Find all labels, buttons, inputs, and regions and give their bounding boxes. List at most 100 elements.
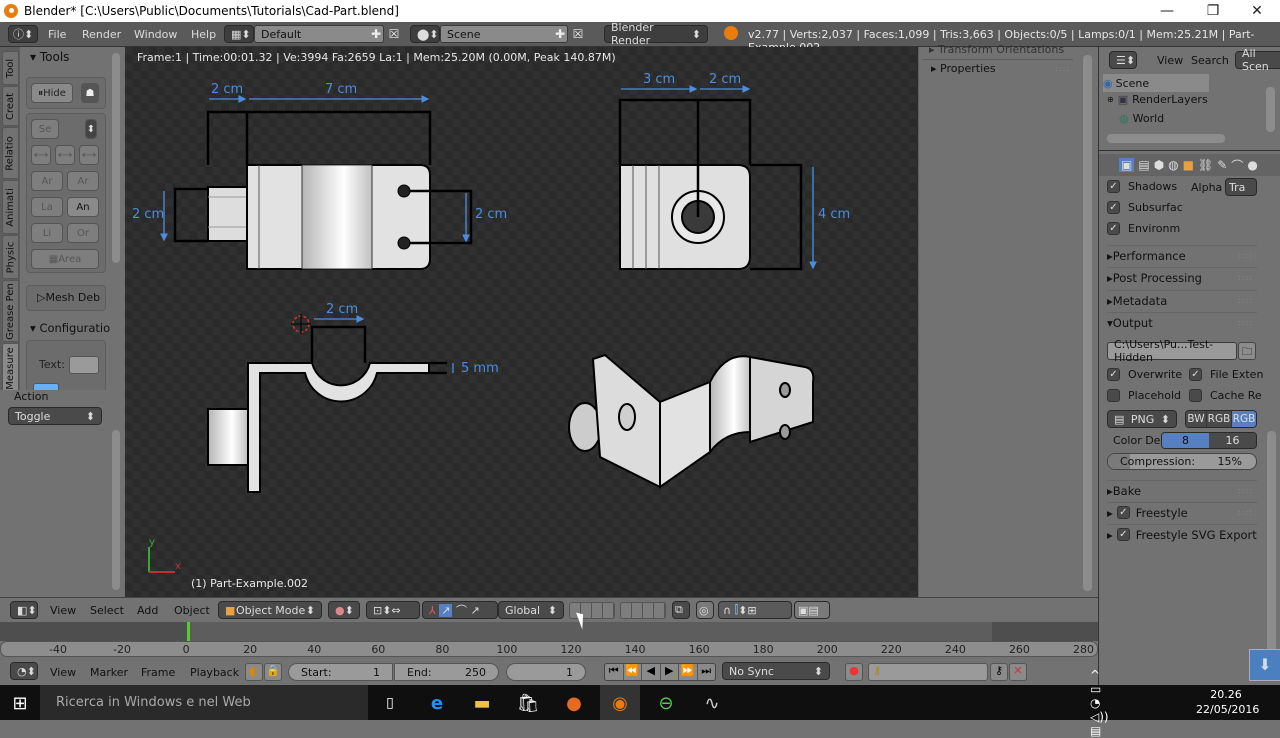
outliner-search-menu[interactable]: Search xyxy=(1191,54,1229,67)
sync-mode-dropdown[interactable]: No Sync ⬍ xyxy=(722,662,830,680)
world-tab-icon[interactable]: ◍ xyxy=(1168,158,1178,172)
menu-view[interactable]: View xyxy=(50,604,76,617)
transform-orientations-panel[interactable]: ▸ Transform Orientations xyxy=(929,43,1064,56)
taskbar-search[interactable]: Ricerca in Windows e nel Web xyxy=(40,685,368,720)
editor-type-info-button[interactable]: ⓘ ⬍ xyxy=(8,25,38,43)
3d-view-editor-type[interactable]: ◧⬍ xyxy=(10,601,38,619)
ghost-toggle-button[interactable]: ☗ xyxy=(81,83,99,103)
end-frame-field[interactable]: End: 250 xyxy=(394,663,499,681)
render-buttons[interactable]: ▣ ▤ xyxy=(794,601,830,619)
render-tab-icon[interactable]: ▣ xyxy=(1119,158,1135,172)
mode-dropdown[interactable]: ■ Object Mode ⬍ xyxy=(218,601,322,619)
section-metadata[interactable]: ▸ Metadata:::: xyxy=(1107,290,1257,310)
configuration-panel-header[interactable]: ▾ Configuratio xyxy=(30,321,110,335)
system-tray-icons[interactable]: ^ ▭ ◔ ◁)) ▤ xyxy=(1090,668,1114,738)
origin-button[interactable]: Or xyxy=(67,223,99,243)
timeline-menu-playback[interactable]: Playback xyxy=(190,666,239,679)
app-wave-icon[interactable]: ∿ xyxy=(700,691,724,715)
material-tab-icon[interactable]: ● xyxy=(1247,158,1257,172)
menu-add[interactable]: Add xyxy=(137,604,158,617)
render-engine-dropdown[interactable]: Blender Render ⬍ xyxy=(604,21,708,47)
menu-object[interactable]: Object xyxy=(174,604,210,617)
outliner-view-menu[interactable]: View xyxy=(1157,54,1183,67)
layer-buttons-2[interactable] xyxy=(620,602,666,619)
section-output[interactable]: ▾ Output:::: xyxy=(1107,312,1257,332)
3d-cursor-icon[interactable] xyxy=(291,314,311,334)
close-button[interactable]: ✕ xyxy=(1234,0,1280,22)
output-path-field[interactable]: C:\Users\Pu...Test-Hidden xyxy=(1107,338,1237,364)
record-icon[interactable]: ● xyxy=(845,663,863,681)
delete-keyframe-icon[interactable]: ✕ xyxy=(1009,663,1027,681)
environment-checkbox[interactable]: ✓ Environm xyxy=(1107,222,1180,235)
label-button[interactable]: La xyxy=(31,197,63,217)
timeline-ruler[interactable]: -40 -20 0 20 40 60 80 100 120 140 160 180 200 220 240 2… xyxy=(0,641,1098,657)
drag-handle-icon[interactable]: :::: xyxy=(1055,64,1070,73)
color-mode-rgb[interactable]: RGB xyxy=(1206,411,1231,427)
add-scene-icon[interactable]: ✚ xyxy=(551,25,569,43)
jump-end-icon[interactable]: ⏭ xyxy=(696,664,715,680)
proportional-edit-icon[interactable]: ◎ xyxy=(696,601,714,619)
outliner-filter-dropdown[interactable]: All Scen xyxy=(1235,47,1280,73)
outliner-item-renderlayers[interactable]: ⊕ ▣ RenderLayers xyxy=(1107,93,1208,106)
compression-slider[interactable]: Compression: 15% xyxy=(1107,453,1257,470)
pivot-dropdown[interactable]: ⊡⬍⇔ xyxy=(366,601,420,619)
text-color-field[interactable] xyxy=(69,356,99,374)
cache-result-checkbox[interactable]: Cache Re xyxy=(1189,389,1262,402)
properties-panel-header[interactable]: ▸ Properties xyxy=(931,62,996,75)
color-mode-rgba[interactable]: RGB xyxy=(1231,411,1256,427)
outliner-vscrollbar[interactable] xyxy=(1266,87,1275,132)
section-freestyle[interactable]: ▸ ✓ Freestyle:::: xyxy=(1107,502,1257,522)
arc-button[interactable]: Ar xyxy=(67,171,99,191)
remove-screen-icon[interactable]: ☒ xyxy=(385,25,403,43)
clock[interactable]: 20.26 22/05/2016 xyxy=(1196,687,1259,717)
alpha-dropdown[interactable]: Tra xyxy=(1225,178,1257,196)
top-view-part[interactable] xyxy=(207,362,430,493)
subsurface-checkbox[interactable]: ✓ Subsurfac xyxy=(1107,201,1183,214)
jump-start-icon[interactable]: ⏮ xyxy=(605,664,623,680)
menu-window[interactable]: Window xyxy=(124,28,187,41)
color-mode-bw[interactable]: BW xyxy=(1186,411,1206,427)
segment-dropdown[interactable]: ⬍ xyxy=(85,119,97,139)
folder-icon[interactable]: 🗀 xyxy=(1238,342,1256,360)
timeline-menu-frame[interactable]: Frame xyxy=(141,666,175,679)
outliner-item-scene[interactable]: ◉ Scene xyxy=(1103,74,1209,92)
tab-animation[interactable]: Animati xyxy=(2,180,19,234)
angle-button[interactable]: Ar xyxy=(31,171,63,191)
layer-buttons-1[interactable] xyxy=(569,602,615,619)
transform-orientation-dropdown[interactable]: Global ⬍ xyxy=(498,601,564,619)
task-view-icon[interactable]: ▯ xyxy=(378,691,402,715)
outliner-item-world[interactable]: ◍ World xyxy=(1119,112,1164,125)
tab-measure[interactable]: Measure xyxy=(2,343,19,393)
scene-field[interactable]: Scene xyxy=(440,25,568,43)
timeline-menu-marker[interactable]: Marker xyxy=(90,666,128,679)
hide-button[interactable]: ⏸ Hide xyxy=(31,83,73,103)
3d-viewport[interactable]: Frame:1 | Time:00:01.32 | Ve:3994 Fa:265… xyxy=(125,47,918,597)
section-post-processing[interactable]: ▸ Post Processing:::: xyxy=(1107,267,1257,287)
link-button[interactable]: Li xyxy=(31,223,63,243)
edge-browser-icon[interactable]: e xyxy=(425,691,449,715)
timeline-area[interactable] xyxy=(0,622,1098,641)
download-arrow-icon[interactable]: ⬇ xyxy=(1249,649,1280,681)
properties-scrollbar[interactable] xyxy=(1267,431,1276,681)
tools-panel-header[interactable]: ▾ Tools xyxy=(30,50,69,64)
data-tab-icon[interactable]: ⌒ xyxy=(1231,157,1243,174)
color-depth-16[interactable]: 16 xyxy=(1209,433,1256,448)
play-icon[interactable]: ▶ xyxy=(659,664,678,680)
windows-start-icon[interactable]: ⊞ xyxy=(8,691,32,715)
insert-keyframe-icon[interactable]: ⚷ xyxy=(990,663,1008,681)
menu-render[interactable]: Render xyxy=(72,28,131,41)
area-button[interactable]: ▦ Area xyxy=(31,249,99,269)
start-frame-field[interactable]: Start: 1 xyxy=(288,663,393,681)
tab-create[interactable]: Creat xyxy=(2,86,19,126)
side-view-part[interactable] xyxy=(619,164,751,270)
section-freestyle-svg-export[interactable]: ▸ ✓ Freestyle SVG Export xyxy=(1107,524,1257,544)
timeline-editor-type[interactable]: ◔⬍ xyxy=(10,662,38,680)
tool-shelf-scrollbar[interactable] xyxy=(112,53,120,263)
modifiers-tab-icon[interactable]: ✎ xyxy=(1217,158,1227,172)
maximize-button[interactable]: ❐ xyxy=(1190,0,1236,22)
file-format-dropdown[interactable]: ▤ PNG ⬍ xyxy=(1107,410,1177,428)
lock-icon[interactable]: 🔒 xyxy=(264,663,282,681)
remove-scene-icon[interactable]: ☒ xyxy=(569,25,587,43)
isometric-view-part[interactable] xyxy=(568,353,815,489)
add-screen-icon[interactable]: ✚ xyxy=(367,25,385,43)
